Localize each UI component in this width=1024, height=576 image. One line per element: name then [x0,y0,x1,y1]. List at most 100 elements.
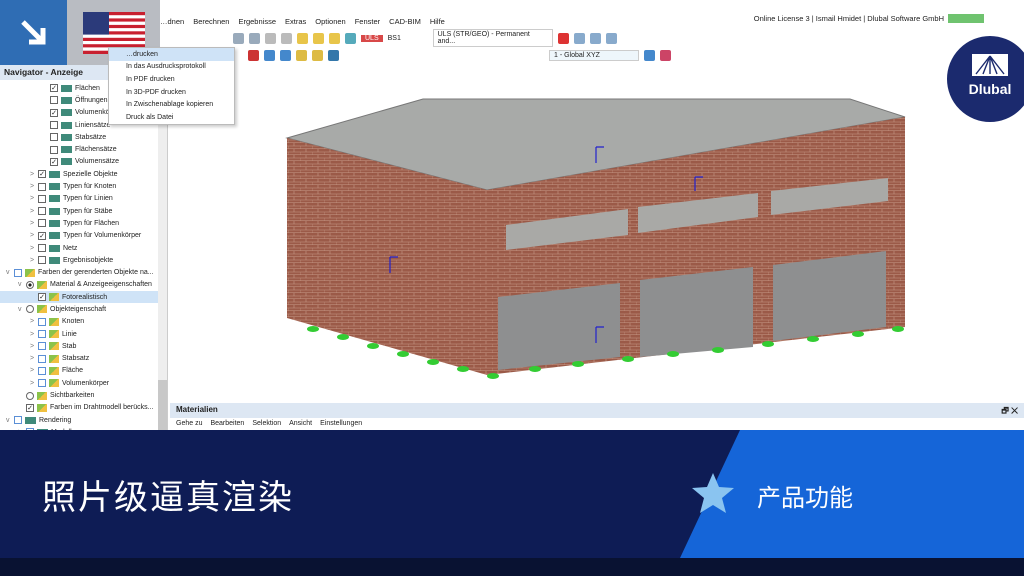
menu-item[interactable]: …dnen [160,17,184,26]
menu-item[interactable]: Optionen [315,17,345,26]
tree-item[interactable]: Sichtbarkeiten [0,389,167,401]
tree-item[interactable]: > Knoten [0,316,167,328]
chevron-icon[interactable]: v [18,306,26,313]
radio-button[interactable] [26,280,34,289]
chevron-icon[interactable]: > [30,171,38,178]
print-menu-item[interactable]: In Zwischenablage kopieren [109,98,234,111]
tree-item[interactable]: > Ergebnisobjekte [0,254,167,266]
tree-item[interactable]: Stabsätze [0,131,167,143]
menu-item[interactable]: Ergebnisse [238,17,276,26]
node-icon[interactable] [248,49,259,61]
chevron-icon[interactable]: > [30,208,38,215]
checkbox[interactable] [38,244,46,252]
checkbox[interactable] [50,96,58,105]
scrollbar-thumb[interactable] [158,380,167,430]
tree-item[interactable]: > Typen für Linien [0,193,167,205]
tree-item[interactable]: > Stabsatz [0,353,167,365]
chevron-icon[interactable]: > [30,331,38,338]
tree-item[interactable]: > Typen für Flächen [0,217,167,229]
checkbox[interactable] [38,182,46,191]
chevron-icon[interactable]: > [30,367,38,374]
tree-item[interactable]: > ✓ Typen für Volumenkörper [0,230,167,242]
tree-item[interactable]: ✓ Volumensätze [0,156,167,168]
checkbox[interactable] [38,366,46,375]
checkbox[interactable] [14,416,22,425]
chevron-icon[interactable]: > [30,343,38,350]
tree-item[interactable]: ✓ Farben im Drahtmodell berücks... [0,402,167,414]
checkbox[interactable]: ✓ [38,293,46,302]
tree-item[interactable]: v Objekteigenschaft [0,303,167,315]
support-icon[interactable] [573,32,585,44]
solid-icon[interactable] [296,49,307,61]
chevron-icon[interactable]: > [30,245,38,252]
3d-viewport[interactable] [168,65,1024,403]
chevron-icon[interactable]: > [30,257,38,264]
view-icon[interactable] [249,32,260,44]
menu-item[interactable]: Hilfe [430,17,445,26]
checkbox[interactable] [38,354,46,363]
tree-item[interactable]: > Stab [0,340,167,352]
combo-icon[interactable] [345,32,356,44]
chevron-icon[interactable]: > [30,220,38,227]
restore-icon[interactable]: 🗗 [1001,406,1009,415]
checkbox[interactable] [38,379,46,388]
print-menu-item[interactable]: …drucken [109,48,234,61]
menu-item[interactable]: CAD-BIM [389,17,421,26]
print-menu-item[interactable]: In das Ausdrucksprotokoll [109,61,234,74]
checkbox[interactable] [50,145,58,154]
checkbox[interactable] [38,317,46,326]
tree-item[interactable]: > Volumenkörper [0,377,167,389]
tree-item[interactable]: > Typen für Knoten [0,180,167,192]
tree-item[interactable]: v Rendering [0,414,167,426]
checkbox[interactable] [38,219,46,228]
chevron-icon[interactable]: v [6,417,14,424]
checkbox[interactable] [38,342,46,351]
checkbox[interactable] [50,133,58,142]
surface-icon[interactable] [280,49,291,61]
menu-item[interactable]: Berechnen [193,17,229,26]
tree-item[interactable]: Flächensätze [0,143,167,155]
member-icon[interactable] [264,49,275,61]
chevron-icon[interactable]: > [30,380,38,387]
checkbox[interactable]: ✓ [50,108,58,117]
chevron-icon[interactable]: v [6,269,14,276]
filter-icon[interactable] [328,49,339,61]
tree-item[interactable]: v Material & Anzeigeeigenschaften [0,279,167,291]
checkbox[interactable] [14,268,22,277]
view-rotate-icon[interactable] [660,49,671,61]
chevron-icon[interactable]: > [30,232,38,239]
chevron-icon[interactable]: > [30,183,38,190]
print-icon[interactable] [281,32,292,44]
panel-menu-item[interactable]: Bearbeiten [210,420,244,427]
panel-menu-item[interactable]: Einstellungen [320,420,362,427]
view-rotate-icon[interactable] [644,49,655,61]
radio-button[interactable] [26,305,34,314]
tree-item[interactable]: > Netz [0,242,167,254]
chevron-icon[interactable]: v [18,281,26,288]
chevron-icon[interactable]: > [30,355,38,362]
coordinate-system-select[interactable]: 1 - Global XYZ [549,49,639,61]
tree-item[interactable]: v Farben der gerenderten Objekte na... [0,266,167,278]
checkbox[interactable] [50,121,58,130]
load-combination-select[interactable]: ULS (STR/GEO) - Permanent and... [432,29,553,47]
menu-item[interactable]: Extras [285,17,306,26]
page-icon[interactable] [265,32,276,44]
support-icon[interactable] [589,32,601,44]
collapse-arrow-button[interactable] [0,0,67,65]
checkbox[interactable]: ✓ [50,157,58,166]
filter-icon[interactable] [557,32,569,44]
checkbox[interactable]: ✓ [50,84,58,93]
tree-item[interactable]: > Typen für Stäbe [0,205,167,217]
close-icon[interactable]: ✕ [1011,406,1018,415]
tree-item[interactable]: > ✓ Spezielle Objekte [0,168,167,180]
chevron-icon[interactable]: > [30,318,38,325]
checkbox[interactable] [38,194,46,203]
navigator-scrollbar[interactable] [158,80,167,430]
support-icon[interactable] [312,49,323,61]
view-icon[interactable] [233,32,244,44]
panel-menu-item[interactable]: Selektion [252,420,281,427]
panel-menu-item[interactable]: Ansicht [289,420,312,427]
print-menu-item[interactable]: Druck als Datei [109,111,234,124]
tree-item[interactable]: > Fläche [0,365,167,377]
checkbox[interactable] [38,256,46,265]
